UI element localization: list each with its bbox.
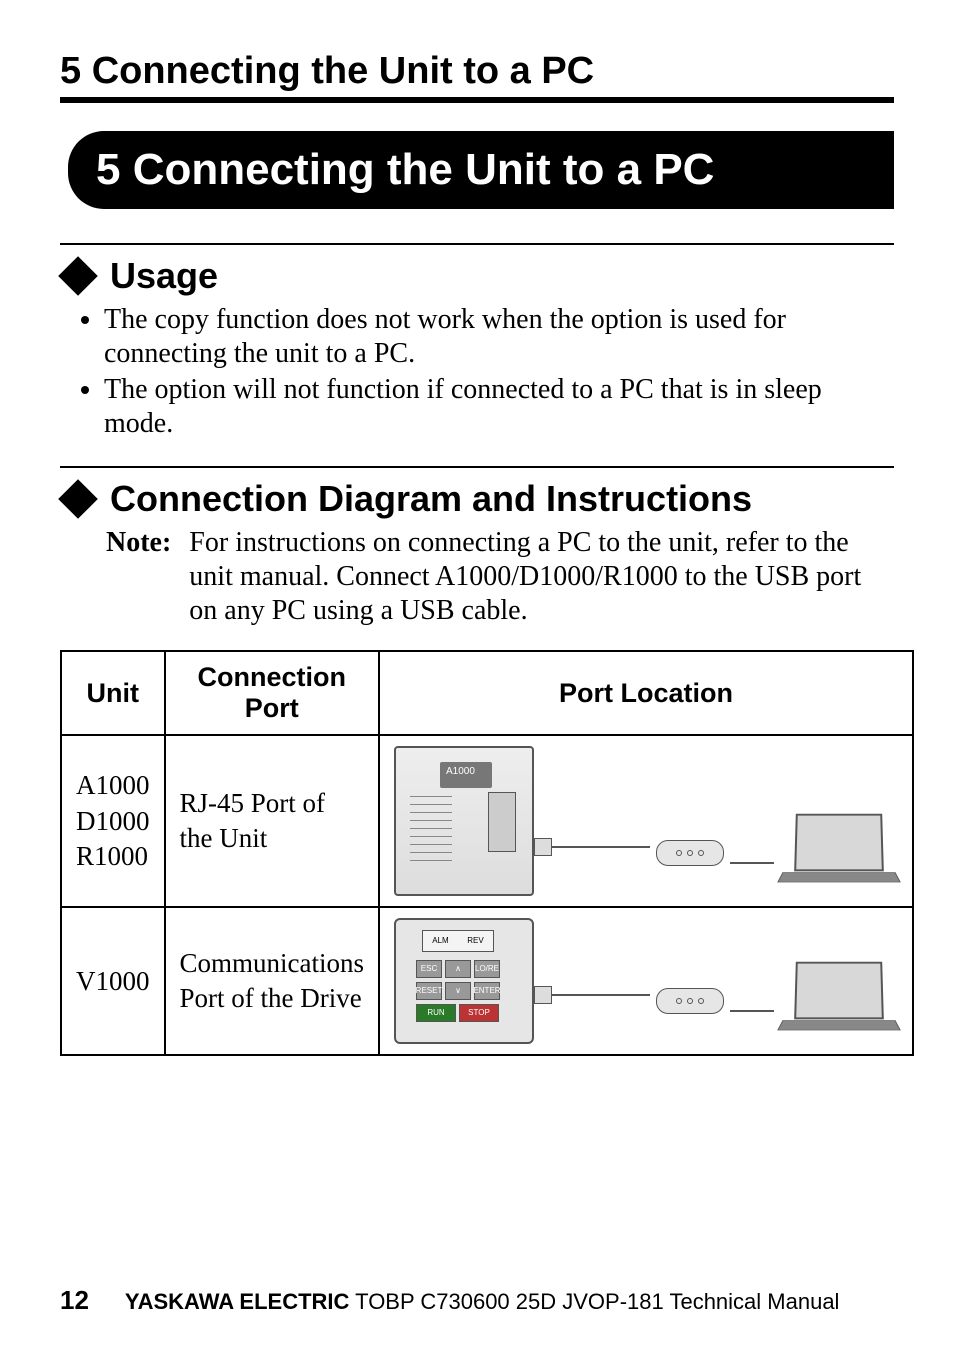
footer-brand: YASKAWA ELECTRIC — [125, 1289, 350, 1314]
section-usage: Usage The copy function does not work wh… — [60, 243, 894, 442]
note-label: Note: — [106, 526, 171, 628]
cell-unit: A1000 D1000 R1000 — [61, 735, 165, 907]
keypad-btn-stop: STOP — [459, 1004, 499, 1022]
col-header-port: Connection Port — [165, 651, 380, 735]
section-head: Usage — [60, 255, 894, 297]
keypad-btn-reset: RESET — [416, 982, 442, 1000]
section-head: Connection Diagram and Instructions — [60, 478, 894, 520]
cell-port: RJ-45 Port of the Unit — [165, 735, 380, 907]
connection-diagram-a1000 — [394, 746, 898, 896]
cable-icon — [540, 984, 650, 1014]
table-header-row: Unit Connection Port Port Location — [61, 651, 913, 735]
cable-icon — [730, 862, 774, 864]
diamond-bullet-icon — [58, 479, 98, 519]
footer-doc-title: TOBP C730600 25D JVOP-181 Technical Manu… — [349, 1289, 839, 1314]
page-footer: 12 YASKAWA ELECTRIC TOBP C730600 25D JVO… — [60, 1285, 894, 1316]
drive-keypad-icon: ALMREV ESC ∧ LO/RE RESET ∨ ENTER — [394, 918, 534, 1044]
laptop-icon — [780, 961, 898, 1034]
running-header: 5 Connecting the Unit to a PC — [60, 50, 894, 103]
cell-port: Communications Port of the Drive — [165, 907, 380, 1055]
list-item: The copy function does not work when the… — [104, 303, 894, 371]
table-row: V1000 Communications Port of the Drive A… — [61, 907, 913, 1055]
cell-unit: V1000 — [61, 907, 165, 1055]
cable-icon — [540, 836, 650, 866]
adapter-icon — [656, 840, 724, 866]
keypad-btn-esc: ESC — [416, 960, 442, 978]
drive-unit-icon — [394, 746, 534, 896]
footer-text: YASKAWA ELECTRIC TOBP C730600 25D JVOP-1… — [125, 1289, 840, 1315]
section-title: Connection Diagram and Instructions — [110, 478, 752, 520]
keypad-btn-up: ∧ — [445, 960, 471, 978]
laptop-icon — [780, 813, 898, 886]
cell-diagram: ALMREV ESC ∧ LO/RE RESET ∨ ENTER — [379, 907, 913, 1055]
adapter-icon — [656, 988, 724, 1014]
note-block: Note: For instructions on connecting a P… — [60, 526, 894, 628]
usage-bullet-list: The copy function does not work when the… — [60, 303, 894, 442]
keypad-btn-lore: LO/RE — [474, 960, 500, 978]
chapter-title-banner: 5 Connecting the Unit to a PC — [68, 131, 894, 209]
connection-table: Unit Connection Port Port Location A1000… — [60, 650, 914, 1056]
col-header-unit: Unit — [61, 651, 165, 735]
section-title: Usage — [110, 255, 218, 297]
cell-diagram — [379, 735, 913, 907]
list-item: The option will not function if connecte… — [104, 373, 894, 441]
section-connection: Connection Diagram and Instructions Note… — [60, 466, 894, 1056]
page-number: 12 — [60, 1285, 89, 1316]
cable-icon — [730, 1010, 774, 1012]
keypad-screen: ALMREV — [422, 930, 494, 952]
keypad-btn-down: ∨ — [445, 982, 471, 1000]
table-row: A1000 D1000 R1000 RJ-45 Port of the Unit — [61, 735, 913, 907]
connection-diagram-v1000: ALMREV ESC ∧ LO/RE RESET ∨ ENTER — [394, 918, 898, 1044]
note-text: For instructions on connecting a PC to t… — [189, 526, 894, 628]
diamond-bullet-icon — [58, 256, 98, 296]
col-header-location: Port Location — [379, 651, 913, 735]
keypad-btn-enter: ENTER — [474, 982, 500, 1000]
keypad-btn-run: RUN — [416, 1004, 456, 1022]
